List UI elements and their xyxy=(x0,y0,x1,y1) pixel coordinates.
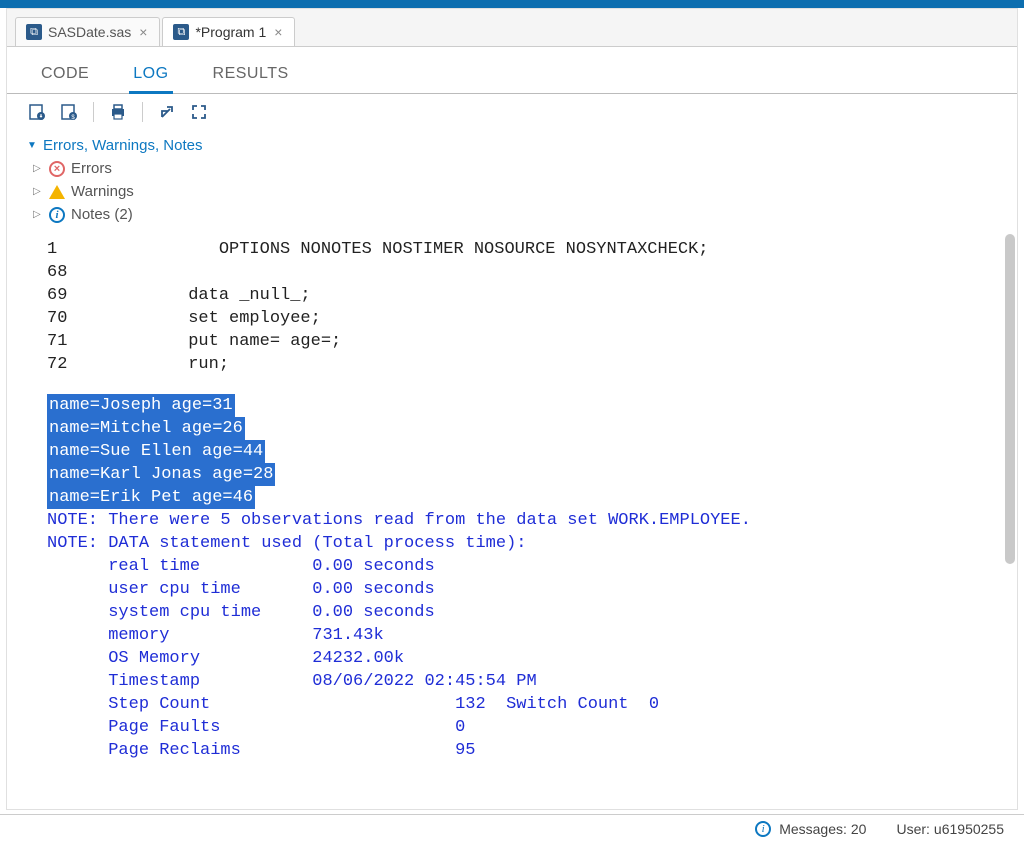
log-note-line: NOTE: DATA statement used (Total process… xyxy=(47,532,997,555)
messages-label: Messages: xyxy=(779,821,847,837)
log-put-line: name=Sue Ellen age=44 xyxy=(47,440,997,463)
info-icon: i xyxy=(49,207,65,223)
tree-warnings-label: Warnings xyxy=(71,183,134,200)
log-note-line: Page Reclaims 95 xyxy=(47,739,997,762)
log-code-line: 1 OPTIONS NONOTES NOSTIMER NOSOURCE NOSY… xyxy=(47,238,997,261)
toolbar-separator xyxy=(93,102,94,122)
download-log-icon[interactable] xyxy=(27,102,47,122)
log-output[interactable]: 1 OPTIONS NONOTES NOSTIMER NOSOURCE NOSY… xyxy=(7,234,1017,809)
error-icon: × xyxy=(49,161,65,177)
tree-root-label: Errors, Warnings, Notes xyxy=(43,137,203,154)
log-note-line: user cpu time 0.00 seconds xyxy=(47,578,997,601)
log-tree: Errors, Warnings, Notes × Errors Warning… xyxy=(7,130,1017,234)
tree-notes[interactable]: i Notes (2) xyxy=(31,203,997,226)
log-put-line: name=Joseph age=31 xyxy=(47,394,997,417)
toolbar-separator xyxy=(142,102,143,122)
page-settings-icon[interactable]: $ xyxy=(59,102,79,122)
tree-errors-label: Errors xyxy=(71,160,112,177)
user-value: u61950255 xyxy=(934,821,1004,837)
tree-errors[interactable]: × Errors xyxy=(31,157,997,180)
title-bar xyxy=(0,0,1024,8)
editor-pane: ⧉ SASDate.sas × ⧉ *Program 1 × CODE LOG … xyxy=(6,8,1018,810)
log-code-line: 71 put name= age=; xyxy=(47,330,997,353)
log-put-line: name=Erik Pet age=46 xyxy=(47,486,997,509)
caret-right-icon xyxy=(33,163,43,174)
log-code-line: 70 set employee; xyxy=(47,307,997,330)
log-put-line: name=Mitchel age=26 xyxy=(47,417,997,440)
log-note-line: memory 731.43k xyxy=(47,624,997,647)
log-put-line: name=Karl Jonas age=28 xyxy=(47,463,997,486)
user-label: User: xyxy=(896,821,929,837)
log-code-line: 68 xyxy=(47,261,997,284)
status-bar: i Messages: 20 User: u61950255 xyxy=(0,814,1024,842)
tree-warnings[interactable]: Warnings xyxy=(31,180,997,203)
log-note-line: OS Memory 24232.00k xyxy=(47,647,997,670)
file-tab-program1[interactable]: ⧉ *Program 1 × xyxy=(162,17,295,46)
log-note-line: NOTE: There were 5 observations read fro… xyxy=(47,509,997,532)
log-code-line: 69 data _null_; xyxy=(47,284,997,307)
file-tab-sasdate[interactable]: ⧉ SASDate.sas × xyxy=(15,17,160,46)
status-user: User: u61950255 xyxy=(896,821,1004,837)
tree-root[interactable]: Errors, Warnings, Notes xyxy=(27,134,997,157)
scrollbar-thumb[interactable] xyxy=(1005,234,1015,564)
warning-icon xyxy=(49,185,65,199)
print-icon[interactable] xyxy=(108,102,128,122)
info-icon: i xyxy=(755,821,771,837)
sas-file-icon: ⧉ xyxy=(26,24,42,40)
file-tab-strip: ⧉ SASDate.sas × ⧉ *Program 1 × xyxy=(7,9,1017,47)
popout-icon[interactable] xyxy=(157,102,177,122)
log-note-line: system cpu time 0.00 seconds xyxy=(47,601,997,624)
log-note-line: real time 0.00 seconds xyxy=(47,555,997,578)
view-tab-strip: CODE LOG RESULTS xyxy=(7,47,1017,94)
caret-down-icon xyxy=(27,140,37,151)
log-note-line: Step Count 132 Switch Count 0 xyxy=(47,693,997,716)
messages-count: 20 xyxy=(851,821,867,837)
fullscreen-icon[interactable] xyxy=(189,102,209,122)
caret-right-icon xyxy=(33,186,43,197)
tab-log[interactable]: LOG xyxy=(129,57,172,94)
close-icon[interactable]: × xyxy=(137,24,149,40)
log-note-line: Page Faults 0 xyxy=(47,716,997,739)
log-note-line: Timestamp 08/06/2022 02:45:54 PM xyxy=(47,670,997,693)
file-tab-label: SASDate.sas xyxy=(48,24,131,40)
tab-results[interactable]: RESULTS xyxy=(209,57,293,93)
file-tab-label: *Program 1 xyxy=(195,24,266,40)
status-messages[interactable]: i Messages: 20 xyxy=(755,821,866,837)
close-icon[interactable]: × xyxy=(272,24,284,40)
tab-code[interactable]: CODE xyxy=(37,57,93,93)
log-toolbar: $ xyxy=(7,94,1017,130)
log-code-line: 72 run; xyxy=(47,353,997,376)
caret-right-icon xyxy=(33,209,43,220)
tree-notes-label: Notes (2) xyxy=(71,206,133,223)
sas-file-icon: ⧉ xyxy=(173,24,189,40)
